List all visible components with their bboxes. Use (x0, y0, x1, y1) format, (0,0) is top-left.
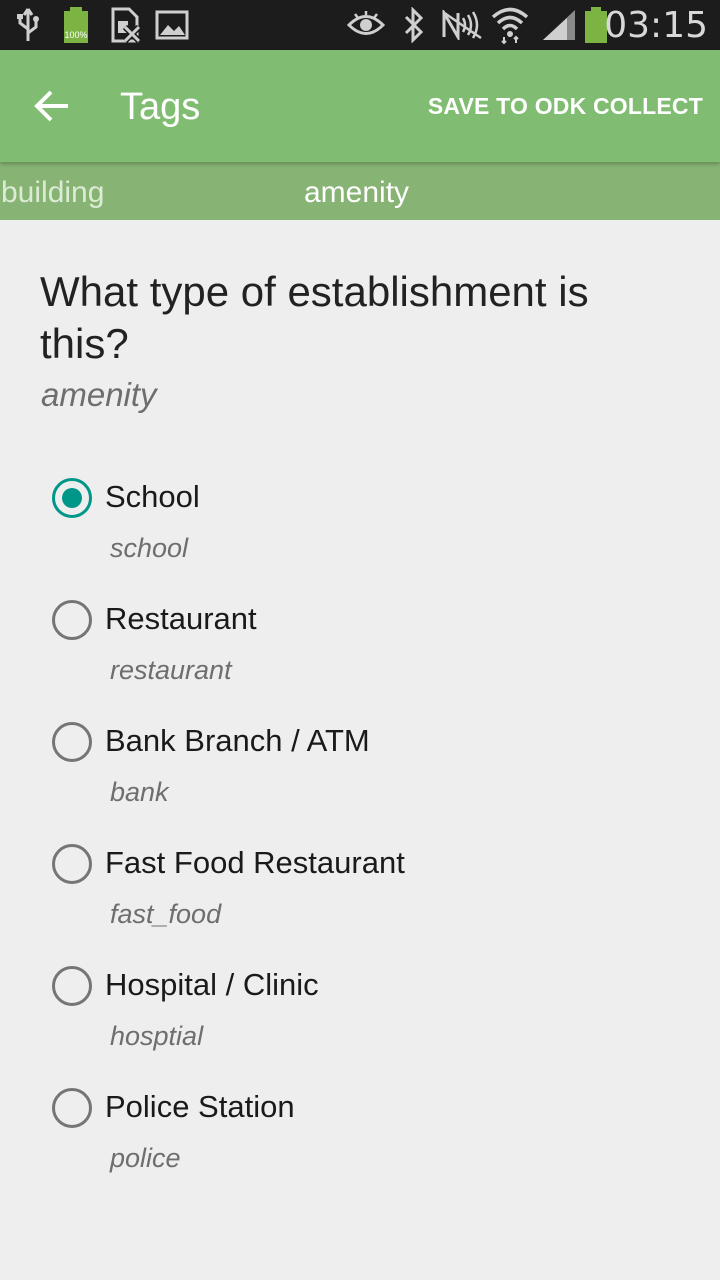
image-icon (154, 0, 190, 50)
option-police[interactable]: Police Station police (0, 1082, 720, 1204)
save-to-odk-collect-button[interactable]: SAVE TO ODK COLLECT (428, 50, 703, 162)
radio-button[interactable] (52, 1088, 92, 1128)
page-title: Tags (120, 86, 201, 128)
option-label: School (105, 479, 200, 514)
tag-tabs: building amenity (0, 162, 720, 220)
option-label: Bank Branch / ATM (105, 723, 370, 758)
radio-button-checked[interactable] (52, 478, 92, 518)
wifi-icon (490, 0, 530, 50)
option-school[interactable]: School school (0, 472, 720, 594)
radio-button[interactable] (52, 844, 92, 884)
option-value: restaurant (110, 655, 232, 685)
option-label: Fast Food Restaurant (105, 845, 405, 880)
option-value: bank (110, 777, 169, 807)
signal-icon (540, 0, 578, 50)
battery-full-icon: 100% (60, 0, 92, 50)
back-button[interactable] (22, 76, 82, 136)
option-label: Hospital / Clinic (105, 967, 319, 1002)
option-label: Restaurant (105, 601, 257, 636)
bluetooth-icon (400, 0, 428, 50)
no-sim-icon (108, 0, 142, 50)
tab-building[interactable]: building (1, 162, 104, 220)
option-value: hosptial (110, 1021, 204, 1051)
option-label: Police Station (105, 1089, 295, 1124)
status-time: 03:15 (604, 5, 708, 46)
tab-amenity[interactable]: amenity (304, 162, 409, 220)
app-bar: Tags SAVE TO ODK COLLECT (0, 50, 720, 162)
nfc-icon (440, 0, 484, 50)
option-value: fast_food (110, 899, 222, 929)
question-key: amenity (41, 376, 157, 413)
option-value: police (110, 1143, 181, 1173)
option-bank[interactable]: Bank Branch / ATM bank (0, 716, 720, 838)
radio-button[interactable] (52, 600, 92, 640)
status-bar: 100% 03:15 (0, 0, 720, 50)
option-hospital[interactable]: Hospital / Clinic hosptial (0, 960, 720, 1082)
option-restaurant[interactable]: Restaurant restaurant (0, 594, 720, 716)
radio-button[interactable] (52, 966, 92, 1006)
arrow-back-icon (34, 88, 70, 124)
radio-button[interactable] (52, 722, 92, 762)
option-value: school (110, 533, 189, 563)
option-list: School school Restaurant restaurant Bank… (0, 472, 720, 1204)
question-text: What type of establishment is this? (40, 268, 589, 367)
eye-icon (346, 0, 386, 50)
option-fast-food[interactable]: Fast Food Restaurant fast_food (0, 838, 720, 960)
usb-icon (14, 0, 42, 50)
battery-percent-label: 100% (64, 30, 88, 40)
